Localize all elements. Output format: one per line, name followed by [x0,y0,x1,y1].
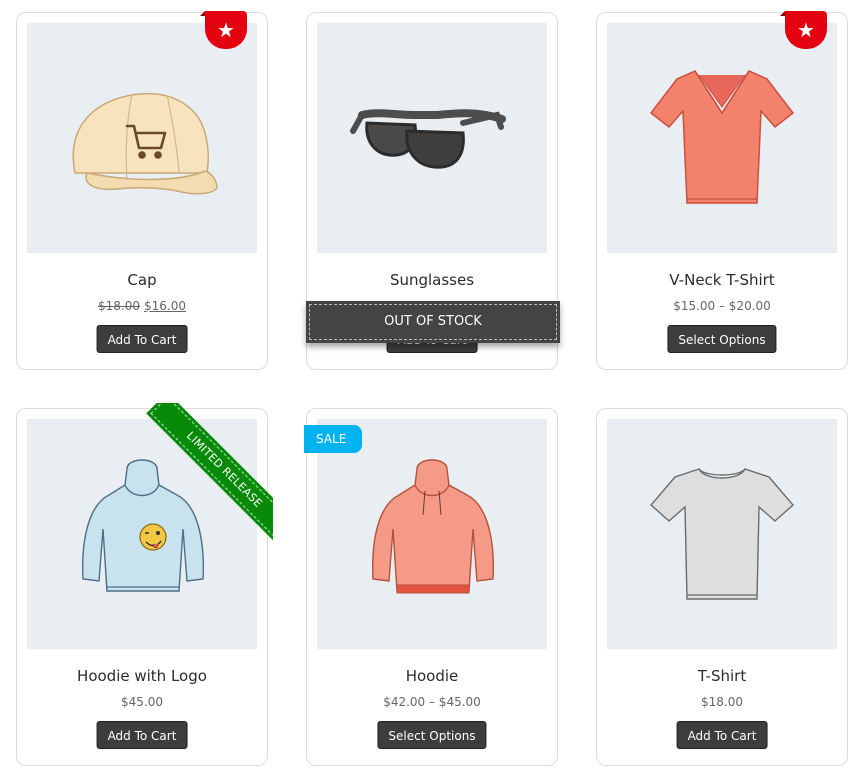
product-title[interactable]: V-Neck T-Shirt [597,271,847,289]
featured-star-badge: ★ [780,11,827,49]
product-card-vneck: ★ V-Neck T-Shirt $15.00 – $20.00 Select … [596,11,848,370]
product-card-hoodie-logo: LIMITED RELEASE Hoodie with Logo $45.00 … [16,403,273,766]
product-price-range: $15.00 – $20.00 [673,299,771,313]
product-title[interactable]: Cap [17,271,267,289]
select-options-button[interactable]: Select Options [377,721,487,749]
product-price: $18.00 [701,695,743,709]
product-image-sunglasses[interactable] [317,23,547,253]
ribbon-container: LIMITED RELEASE [133,403,273,543]
sale-badge: SALE [304,425,362,453]
add-to-cart-button[interactable]: Add To Cart [96,721,188,749]
hoodie-image [372,459,494,594]
product-image-hoodie[interactable] [317,419,547,649]
add-to-cart-button[interactable]: Add To Cart [96,325,188,353]
product-price: $45.00 [121,695,163,709]
sunglasses-image [350,109,506,169]
product-title[interactable]: Hoodie with Logo [17,667,267,685]
add-to-cart-button[interactable]: Add To Cart [676,721,768,749]
featured-star-badge: ★ [200,11,247,49]
product-title[interactable]: Hoodie [307,667,557,685]
tshirt-image [650,468,794,600]
limited-release-ribbon: LIMITED RELEASE [146,403,273,543]
star-icon: ★ [797,19,815,42]
product-title[interactable]: Sunglasses [307,271,557,289]
price-sale: $16.00 [144,299,186,313]
select-options-button[interactable]: Select Options [667,325,777,353]
product-image-vneck[interactable] [607,23,837,253]
product-card-cap: ★ Cap $18.00 $16.00 Add To Cart [16,11,268,370]
star-icon: ★ [217,19,235,42]
vneck-image [649,70,795,204]
cap-image [72,93,218,195]
product-price-range: $42.00 – $45.00 [383,695,481,709]
product-card-hoodie: SALE Hoodie $42.00 – $45.00 Select Optio… [304,408,558,766]
out-of-stock-banner: OUT OF STOCK [306,301,560,343]
product-image-cap[interactable] [27,23,257,253]
product-card-sunglasses: Sunglasses Add To Cart OUT OF STOCK [306,12,560,370]
product-image-tshirt[interactable] [607,419,837,649]
product-card-tshirt: T-Shirt $18.00 Add To Cart [596,408,848,766]
product-title[interactable]: T-Shirt [597,667,847,685]
product-price: $18.00 $16.00 [17,299,267,313]
price-old: $18.00 [98,299,140,313]
